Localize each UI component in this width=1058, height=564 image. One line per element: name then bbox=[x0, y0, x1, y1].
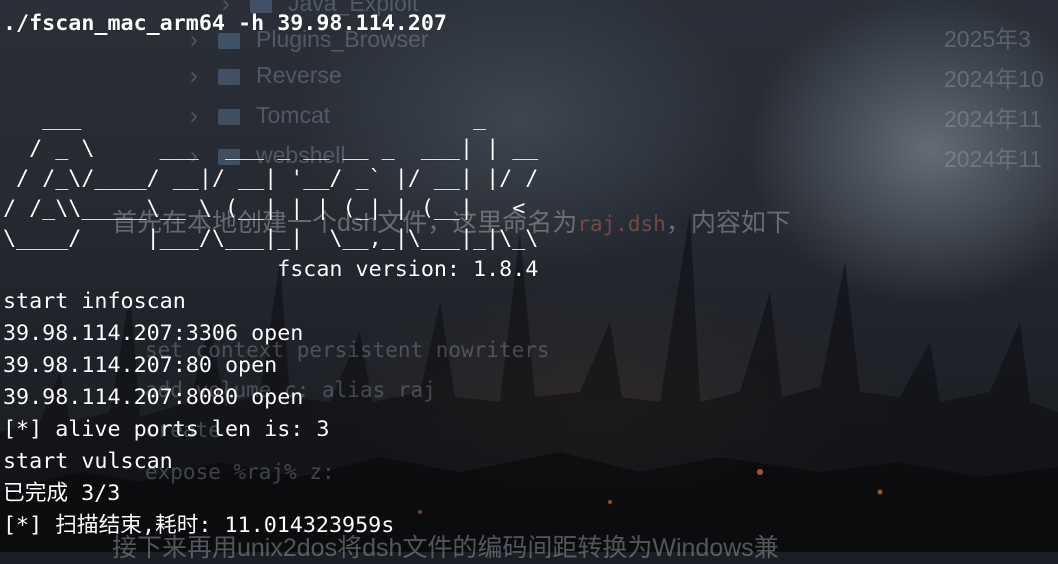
ghost-date-3: 2024年11 bbox=[944, 106, 1043, 132]
fscan-banner-line-2: / _ \ ___ ___ _ __ __ _ ___| | __ bbox=[3, 136, 552, 161]
command-line: ./fscan_mac_arm64 -h 39.98.114.207 bbox=[3, 11, 447, 36]
fscan-banner-line-4: / /_\\_____\__ \ (__| | | (_| | (__| < bbox=[3, 196, 578, 221]
version-line: fscan version: 1.8.4 bbox=[3, 257, 539, 282]
ghost-date-4: 2024年11 bbox=[944, 146, 1043, 172]
output-line: 39.98.114.207:80 open bbox=[3, 353, 278, 378]
fscan-banner-line-1: ___ _ bbox=[3, 106, 539, 131]
output-line: [*] alive ports len is: 3 bbox=[3, 417, 330, 442]
ghost-inline-code: raj.dsh bbox=[577, 212, 666, 236]
output-line: 39.98.114.207:8080 open bbox=[3, 385, 304, 410]
ghost-date-2: 2024年10 bbox=[944, 66, 1044, 92]
output-line: start infoscan bbox=[3, 289, 186, 314]
fscan-banner-line-3: / /_\/____/ __|/ __| '__/ _` |/ __| |/ / bbox=[3, 166, 539, 191]
terminal-output[interactable]: ./fscan_mac_arm64 -h 39.98.114.207 ___ _… bbox=[3, 8, 578, 542]
output-line: [*] 扫描结束,耗时: 11.014323959s bbox=[3, 513, 395, 538]
output-line: start vulscan bbox=[3, 449, 173, 474]
output-line: 39.98.114.207:3306 open bbox=[3, 321, 304, 346]
ghost-date-1: 2025年3 bbox=[944, 26, 1031, 52]
output-line: 已完成 3/3 bbox=[3, 481, 121, 506]
fscan-banner-line-5: \____/ |___/\___|_| \__,_|\___|_|\_\ bbox=[3, 226, 578, 251]
